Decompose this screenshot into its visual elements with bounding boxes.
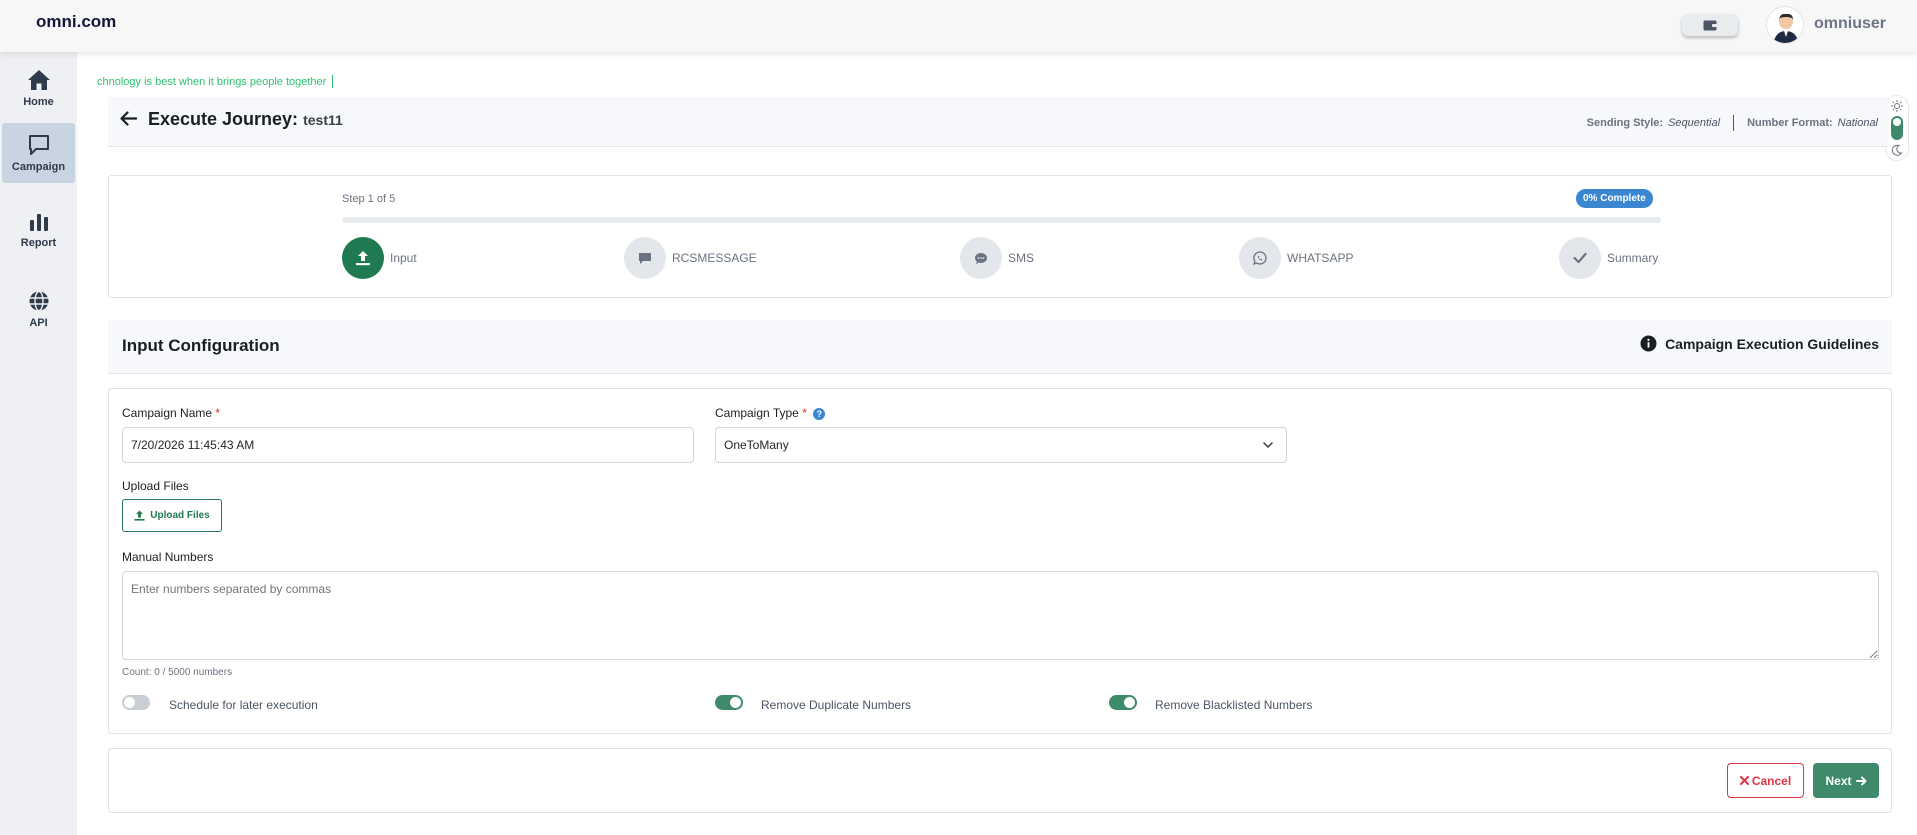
chevron-down-icon — [1263, 442, 1273, 449]
step-label: WHATSAPP — [1287, 251, 1354, 265]
upload-files-button[interactable]: Upload Files — [122, 499, 222, 532]
theme-toggle[interactable] — [1885, 95, 1909, 161]
sending-style-label: Sending Style: — [1586, 117, 1664, 129]
input-form: Campaign Name * 7/20/2026 11:45:43 AM Ca… — [108, 388, 1892, 734]
schedule-toggle[interactable] — [122, 695, 150, 710]
stepper-card: Step 1 of 5 0% Complete Input RCSMESSAGE… — [108, 175, 1892, 298]
config-header: Input Configuration Campaign Execution G… — [108, 320, 1892, 374]
marquee-text: chnology is best when it brings people t… — [97, 75, 334, 88]
action-footer: Cancel Next — [108, 748, 1892, 813]
arrow-left-icon — [120, 111, 138, 126]
step-circle — [1239, 237, 1281, 279]
step-label: SMS — [1008, 251, 1035, 265]
next-button[interactable]: Next — [1813, 763, 1879, 798]
chat-icon — [28, 134, 49, 155]
step-label: Summary — [1607, 251, 1659, 265]
step-counter: Step 1 of 5 — [342, 193, 396, 205]
user-avatar[interactable] — [1766, 6, 1804, 44]
journey-name: test11 — [303, 112, 343, 128]
step-circle — [342, 237, 384, 279]
guidelines-label: Campaign Execution Guidelines — [1665, 335, 1879, 352]
sidebar-item-api[interactable]: API — [2, 279, 75, 339]
home-icon — [27, 69, 50, 90]
step-label: RCSMESSAGE — [672, 251, 757, 265]
sending-style-value: Sequential — [1668, 117, 1721, 129]
page-title: Execute Journey: test11 — [148, 109, 343, 130]
step-label: Input — [390, 251, 417, 265]
required-mark: * — [215, 406, 221, 420]
remove-blacklisted-toggle[interactable] — [1109, 695, 1137, 710]
text-caret — [332, 75, 334, 88]
sidebar-item-label: Home — [23, 95, 54, 108]
cancel-button[interactable]: Cancel — [1727, 763, 1804, 798]
remove-duplicates-toggle[interactable] — [715, 695, 743, 710]
next-button-label: Next — [1825, 773, 1852, 788]
wallet-icon — [1703, 20, 1717, 31]
campaign-type-label: Campaign Type * ? — [715, 406, 826, 420]
meta-divider — [1733, 115, 1735, 131]
sidebar-item-report[interactable]: Report — [2, 200, 75, 260]
campaign-name-label: Campaign Name * — [122, 406, 220, 420]
arrow-right-icon — [1855, 776, 1866, 785]
message-icon — [639, 252, 651, 264]
required-mark: * — [802, 406, 807, 420]
journey-header: Execute Journey: test11 Sending Style: S… — [108, 97, 1888, 147]
back-button[interactable] — [120, 111, 138, 131]
number-format-value: National — [1837, 117, 1878, 129]
upload-icon — [134, 510, 145, 521]
sidebar-item-label: Report — [20, 236, 57, 249]
number-count: Count: 0 / 5000 numbers — [122, 667, 233, 678]
step-circle — [624, 237, 666, 279]
schedule-toggle-label: Schedule for later execution — [169, 698, 318, 712]
step-whatsapp[interactable]: WHATSAPP — [1239, 237, 1353, 279]
section-title: Input Configuration — [122, 336, 280, 355]
remove-blacklisted-label: Remove Blacklisted Numbers — [1155, 698, 1313, 712]
progress-badge: 0% Complete — [1576, 189, 1653, 208]
help-icon[interactable]: ? — [813, 407, 826, 420]
step-circle — [1559, 237, 1601, 279]
step-input[interactable]: Input — [342, 237, 417, 279]
sms-icon — [975, 252, 987, 264]
sidebar: Home Campaign Report API — [0, 52, 77, 835]
check-icon — [1573, 252, 1587, 264]
campaign-name-input[interactable]: 7/20/2026 11:45:43 AM — [122, 427, 694, 463]
moon-icon — [1891, 144, 1903, 156]
upload-files-label: Upload Files — [122, 479, 189, 493]
sidebar-item-label: Campaign — [11, 160, 66, 173]
campaign-name-label-text: Campaign Name — [122, 406, 213, 420]
upload-files-button-label: Upload Files — [150, 510, 210, 521]
sidebar-item-home[interactable]: Home — [2, 58, 75, 118]
sidebar-item-campaign[interactable]: Campaign — [2, 123, 75, 183]
theme-switch[interactable] — [1891, 116, 1903, 140]
campaign-type-label-text: Campaign Type — [715, 406, 799, 420]
remove-duplicates-label: Remove Duplicate Numbers — [761, 698, 912, 712]
campaign-type-select[interactable]: OneToMany — [715, 427, 1287, 463]
globe-icon — [29, 290, 48, 311]
username[interactable]: omniuser — [1814, 15, 1886, 33]
step-summary[interactable]: Summary — [1559, 237, 1658, 279]
whatsapp-icon — [1253, 251, 1267, 265]
close-icon — [1739, 776, 1749, 785]
info-icon — [1640, 335, 1657, 352]
progress-bar — [342, 217, 1661, 223]
campaign-type-value: OneToMany — [724, 438, 789, 452]
brand-logo[interactable]: omni.com — [36, 12, 116, 32]
number-format-label: Number Format: — [1747, 117, 1833, 129]
top-bar: omni.com omniuser — [0, 0, 1917, 52]
upload-icon — [356, 251, 370, 266]
guidelines-link[interactable]: Campaign Execution Guidelines — [1640, 335, 1879, 352]
sun-icon — [1891, 100, 1903, 112]
manual-numbers-textarea[interactable] — [122, 571, 1879, 660]
wallet-button[interactable] — [1682, 14, 1738, 36]
manual-numbers-label: Manual Numbers — [122, 550, 214, 564]
step-rcsmessage[interactable]: RCSMESSAGE — [624, 237, 757, 279]
cancel-button-label: Cancel — [1751, 773, 1792, 788]
marquee-label: chnology is best when it brings people t… — [97, 75, 327, 88]
journey-meta: Sending Style: Sequential Number Format:… — [1587, 115, 1878, 131]
bar-chart-icon — [29, 213, 48, 231]
step-circle — [960, 237, 1002, 279]
sidebar-item-label: API — [29, 316, 48, 329]
step-sms[interactable]: SMS — [960, 237, 1034, 279]
page-title-prefix: Execute Journey: — [148, 109, 299, 129]
